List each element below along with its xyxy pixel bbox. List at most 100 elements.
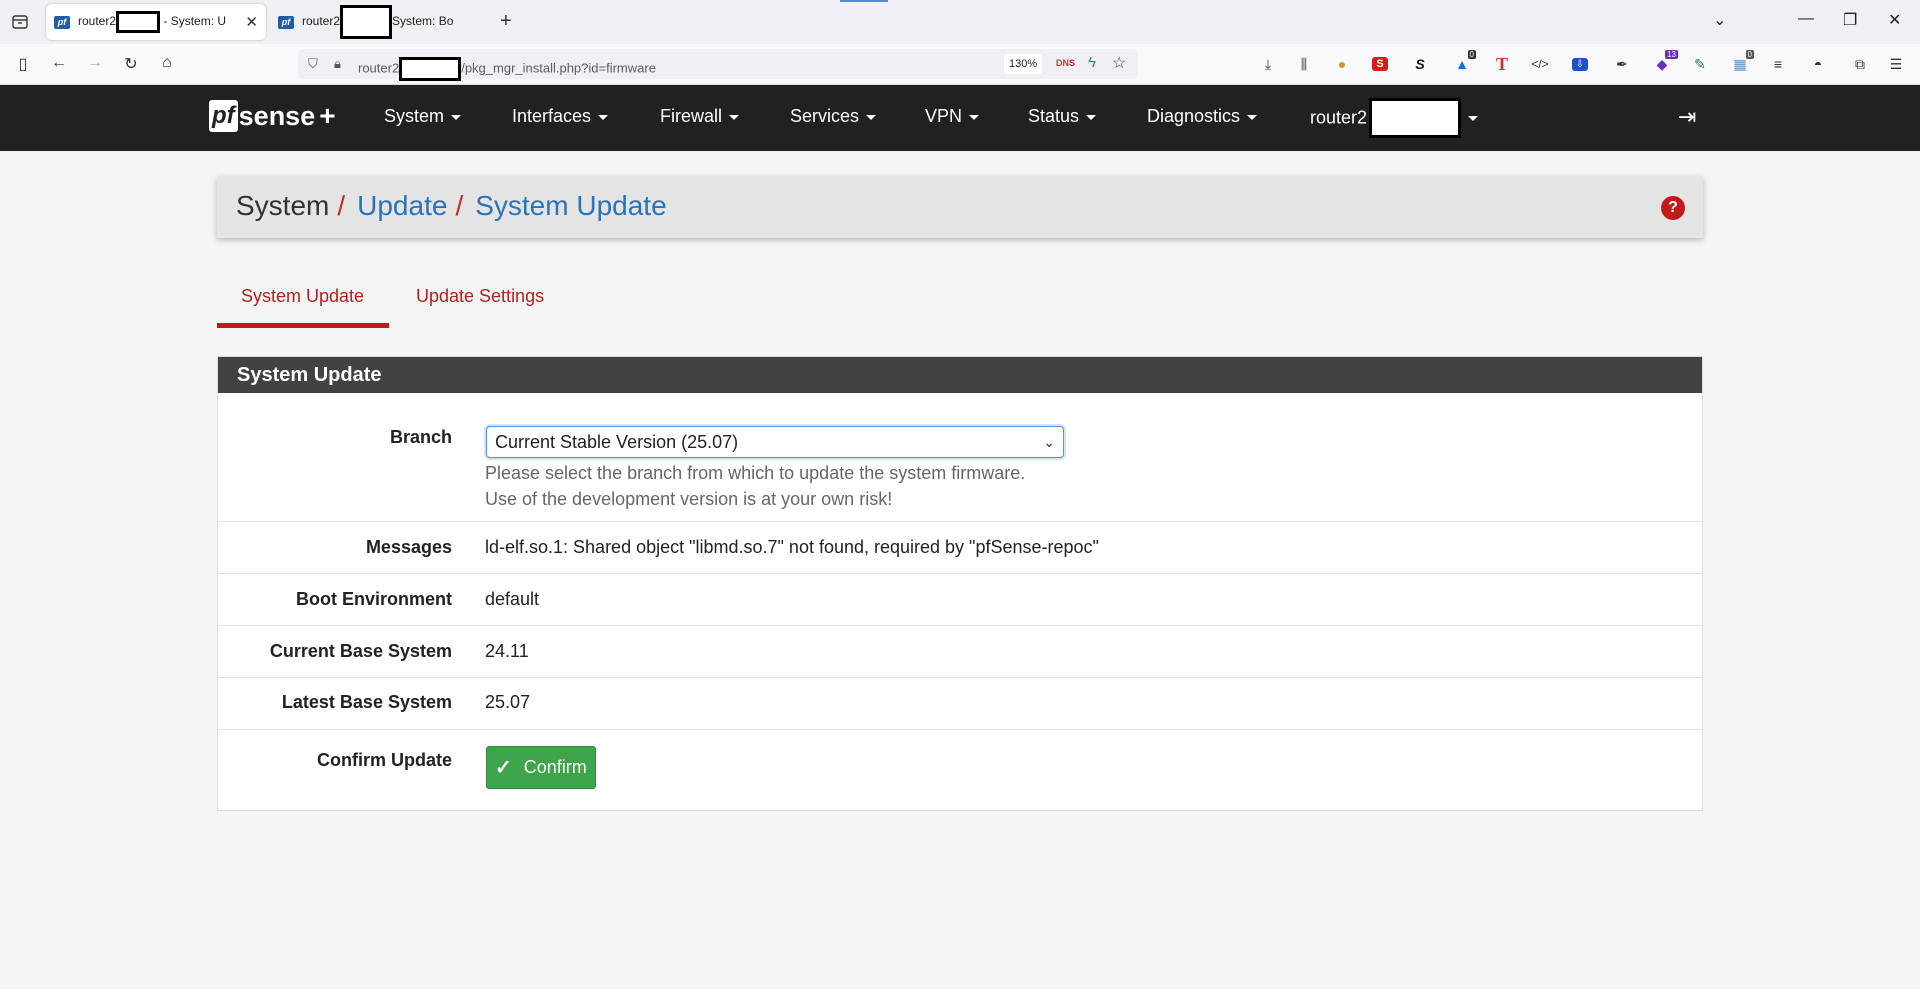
- menu-interfaces[interactable]: Interfaces: [512, 106, 609, 127]
- tab-title-suffix: - System: U: [160, 14, 227, 29]
- forward-icon[interactable]: →: [84, 54, 106, 72]
- browser-tab-active[interactable]: pf router2 - System: U ✕: [46, 4, 266, 40]
- zoom-level[interactable]: 130%: [1004, 54, 1043, 74]
- logo-plus: +: [319, 100, 336, 131]
- tab-update-settings[interactable]: Update Settings: [392, 276, 568, 328]
- caret-down-icon: [598, 114, 609, 120]
- confirm-button-label: Confirm: [523, 757, 587, 777]
- tab-overflow-chevron-icon[interactable]: ⌄: [1713, 10, 1726, 30]
- eyedropper-icon[interactable]: ✒: [1612, 54, 1632, 74]
- breadcrumb-separator: /: [337, 190, 346, 221]
- badge-count: 0: [1467, 50, 1476, 59]
- branch-select[interactable]: Current Stable Version (25.07) ⌄: [486, 426, 1064, 458]
- menu-label: System: [384, 106, 445, 126]
- current-base-system-label: Current Base System: [269, 641, 452, 661]
- restore-icon[interactable]: ❐: [1843, 10, 1857, 30]
- red-s-extension-icon[interactable]: S: [1370, 54, 1390, 74]
- confirm-update-row: Confirm Update ✓ Confirm: [218, 729, 1702, 811]
- help-icon[interactable]: ?: [1661, 196, 1685, 220]
- minimize-icon[interactable]: —: [1798, 10, 1814, 28]
- panel-title: System Update: [218, 357, 1702, 393]
- reload-icon[interactable]: ↻: [120, 54, 142, 74]
- bookmark-star-icon[interactable]: ☆: [1112, 53, 1126, 73]
- extensions-puzzle-icon[interactable]: ⧉: [1850, 54, 1870, 74]
- badge-count: 0: [1745, 50, 1754, 59]
- caret-down-icon: [1468, 115, 1479, 121]
- menu-status[interactable]: Status: [1028, 106, 1097, 127]
- caret-down-icon: [451, 114, 462, 120]
- pfsense-favicon-icon: pf: [54, 15, 70, 29]
- confirm-button[interactable]: ✓ Confirm: [486, 746, 596, 789]
- logout-icon[interactable]: ⇥: [1678, 104, 1696, 130]
- window-close-icon[interactable]: ✕: [1888, 10, 1901, 30]
- tab-system-update[interactable]: System Update: [217, 276, 389, 328]
- menu-hostname[interactable]: router2: [1310, 98, 1479, 138]
- messages-row: Messages ld-elf.so.1: Shared object "lib…: [218, 521, 1702, 573]
- latest-base-system-row: Latest Base System 25.07: [218, 677, 1702, 729]
- menu-vpn[interactable]: VPN: [925, 106, 980, 127]
- branch-help-line-2: Use of the development version is at you…: [485, 489, 893, 509]
- sidebar-toggle-icon[interactable]: ▯: [12, 54, 34, 74]
- current-base-system-row: Current Base System 24.11: [218, 625, 1702, 677]
- breadcrumb-separator: /: [455, 190, 464, 221]
- tab-title-suffix: System: Bo: [392, 14, 454, 29]
- new-tab-icon[interactable]: +: [500, 10, 512, 33]
- menu-system[interactable]: System: [384, 106, 462, 127]
- logo-sense: sense: [238, 100, 316, 131]
- breadcrumb-update-link[interactable]: Update: [357, 190, 447, 221]
- tab-title: router2 - System: U: [78, 11, 239, 33]
- dns-badge[interactable]: DNS: [1056, 58, 1075, 68]
- url-suffix: /pkg_mgr_install.php?id=firmware: [461, 60, 656, 76]
- tab-title-prefix: router2: [302, 14, 341, 29]
- code-icon[interactable]: </>: [1530, 54, 1550, 74]
- bolt-icon[interactable]: ϟ: [1088, 54, 1096, 71]
- redacted-block: [1369, 98, 1462, 138]
- breadcrumb-root: System: [236, 190, 330, 221]
- back-icon[interactable]: ←: [48, 54, 70, 72]
- ruler-icon[interactable]: ≡: [1768, 54, 1788, 74]
- shield-icon[interactable]: ⛉: [308, 56, 318, 72]
- app-menu-icon[interactable]: ☰: [1886, 54, 1906, 74]
- redacted-block: [116, 11, 161, 33]
- redacted-block: [340, 5, 393, 39]
- menu-diagnostics[interactable]: Diagnostics: [1147, 106, 1258, 127]
- current-base-system-value: 24.11: [485, 641, 529, 661]
- menu-services[interactable]: Services: [790, 106, 877, 127]
- blue-download-extension-icon[interactable]: ⇩: [1570, 54, 1590, 74]
- address-bar[interactable]: ⛉ 🔒︎ router2/pkg_mgr_install.php?id=firm…: [298, 49, 1138, 81]
- badge-count: 13: [1665, 50, 1678, 59]
- chevron-down-icon: ⌄: [1043, 434, 1055, 450]
- downloads-icon[interactable]: ⤓: [1258, 54, 1278, 74]
- hostname-prefix: router2: [1310, 107, 1368, 128]
- breadcrumb-system-update-link[interactable]: System Update: [475, 190, 666, 221]
- tag-extension-icon[interactable]: ▦ 0: [1730, 50, 1754, 74]
- lock-icon[interactable]: 🔒︎: [334, 56, 341, 72]
- pfsense-navbar: pf sense + System Interfaces Firewall Serv…: [0, 85, 1920, 151]
- branch-selected-value: Current Stable Version (25.07): [495, 432, 739, 452]
- caret-down-icon: [969, 114, 980, 120]
- tab-title-prefix: router2: [78, 14, 117, 29]
- caret-down-icon: [1247, 114, 1258, 120]
- tab-list-icon[interactable]: [8, 10, 32, 34]
- pencil-extension-icon[interactable]: ✎: [1690, 54, 1710, 74]
- close-tab-icon[interactable]: ✕: [245, 13, 258, 31]
- text-t-extension-icon[interactable]: T: [1492, 54, 1512, 74]
- menu-label: Services: [790, 106, 860, 126]
- dollar-s-extension-icon[interactable]: S: [1410, 54, 1430, 74]
- browser-tab-inactive[interactable]: pf router2 System: Bo: [270, 4, 480, 40]
- caret-down-icon: [866, 114, 877, 120]
- home-icon[interactable]: ⌂: [156, 54, 178, 72]
- redacted-block: [399, 57, 462, 81]
- purple-extension-icon[interactable]: ◆ 13: [1652, 50, 1678, 74]
- menu-firewall[interactable]: Firewall: [660, 106, 740, 127]
- pfsense-logo[interactable]: pf sense +: [209, 100, 336, 132]
- caret-down-icon: [729, 114, 740, 120]
- boot-environment-row: Boot Environment default: [218, 573, 1702, 625]
- notification-extension-icon[interactable]: ▲ 0: [1452, 50, 1476, 74]
- library-icon[interactable]: ⫼: [1294, 54, 1314, 74]
- system-update-panel: System Update Branch Current Stable Vers…: [217, 356, 1703, 811]
- url-text[interactable]: router2/pkg_mgr_install.php?id=firmware: [358, 57, 656, 81]
- tabbar-accent: [840, 0, 888, 2]
- spy-extension-icon[interactable]: ◓: [1808, 54, 1828, 74]
- cookie-extension-icon[interactable]: ●: [1332, 54, 1352, 74]
